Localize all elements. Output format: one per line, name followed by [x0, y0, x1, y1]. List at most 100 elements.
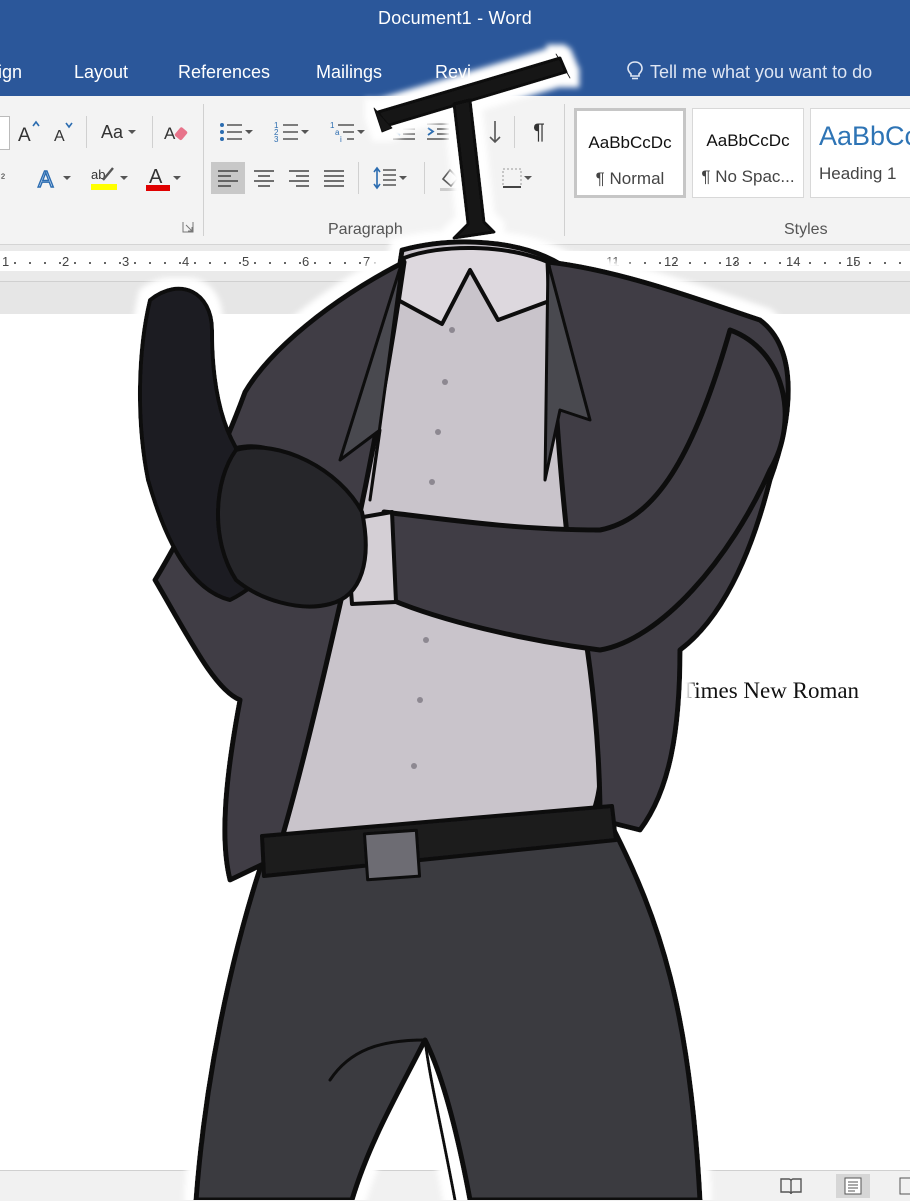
document-page[interactable]	[0, 314, 910, 1170]
ruler-tick	[359, 262, 361, 264]
ruler-tick	[134, 262, 136, 264]
chevron-down-icon	[173, 176, 181, 180]
read-mode-button[interactable]	[774, 1174, 808, 1198]
borders-icon	[502, 168, 522, 188]
change-case-button[interactable]: Aa	[96, 116, 142, 148]
font-size-box[interactable]	[0, 116, 10, 150]
style-no-spacing-sample: AaBbCcDc	[706, 131, 790, 150]
grow-font-button[interactable]: A	[16, 116, 42, 148]
tab-review[interactable]: Revi	[435, 62, 471, 83]
line-spacing-button[interactable]	[366, 162, 414, 194]
print-layout-button[interactable]	[836, 1174, 870, 1198]
ruler-tick	[329, 262, 331, 264]
ruler-tick	[719, 262, 721, 264]
ruler-tick	[704, 262, 706, 264]
chevron-down-icon	[120, 176, 128, 180]
sort-button[interactable]	[476, 116, 508, 148]
svg-text:i: i	[340, 135, 342, 144]
ruler-tick	[314, 262, 316, 264]
highlight-color-button[interactable]: ab	[84, 162, 134, 194]
ruler-tick	[179, 262, 181, 264]
font-color-icon: A	[146, 166, 170, 191]
style-heading-1-name: Heading 1	[819, 164, 897, 183]
paragraph-group-label: Paragraph	[328, 221, 403, 238]
font-color-button[interactable]: A	[138, 162, 188, 194]
ribbon-home: A A Aa A ² A ab A 123 1ai ¶ Paragraph Aa…	[0, 96, 910, 245]
style-no-spacing[interactable]: AaBbCcDc ¶ No Spac...	[692, 108, 804, 198]
text-effects-button[interactable]: A	[32, 162, 76, 194]
ruler-tick	[74, 262, 76, 264]
multilevel-list-button[interactable]: 1ai	[324, 116, 372, 148]
lightbulb-icon	[627, 61, 643, 80]
ruler-tick	[779, 262, 781, 264]
web-layout-icon	[899, 1177, 910, 1195]
ruler-number: 7	[363, 254, 371, 269]
shrink-font-icon: A	[54, 122, 73, 144]
align-center-button[interactable]	[248, 162, 280, 194]
tell-me-search[interactable]: Tell me what you want to do	[626, 60, 872, 83]
ruler-tick	[89, 262, 91, 264]
chevron-down-icon	[524, 176, 532, 180]
page-gap	[0, 282, 910, 314]
style-normal[interactable]: AaBbCcDc ¶ Normal	[574, 108, 686, 198]
bullets-button[interactable]	[212, 116, 260, 148]
align-left-button[interactable]	[211, 162, 245, 194]
ruler-tick	[839, 262, 841, 264]
chevron-down-icon	[63, 176, 71, 180]
ruler-tick	[344, 262, 346, 264]
tab-mailings[interactable]: Mailings	[316, 62, 382, 83]
ruler-tick	[869, 262, 871, 264]
ruler-tick	[29, 262, 31, 264]
chevron-down-icon	[357, 130, 365, 134]
ruler-tick	[209, 262, 211, 264]
decrease-indent-button[interactable]	[388, 116, 420, 148]
style-normal-sample: AaBbCcDc	[588, 133, 672, 152]
ruler-number: 2	[62, 254, 70, 269]
superscript-button[interactable]: ²	[0, 162, 8, 194]
increase-indent-button[interactable]	[422, 116, 454, 148]
ruler-tick	[299, 262, 301, 264]
ruler-tick	[614, 262, 616, 264]
chevron-down-icon	[399, 176, 407, 180]
tab-layout[interactable]: Layout	[74, 62, 128, 83]
numbering-button[interactable]: 123	[268, 116, 316, 148]
clear-formatting-button[interactable]: A	[162, 116, 192, 148]
style-heading-1[interactable]: AaBbCc Heading 1	[810, 108, 910, 198]
tab-design[interactable]: ign	[0, 62, 22, 83]
borders-button[interactable]	[494, 162, 540, 194]
svg-text:A: A	[18, 125, 31, 144]
ruler-tick	[734, 262, 736, 264]
show-formatting-marks-button[interactable]: ¶	[524, 116, 554, 148]
ruler-tick	[254, 262, 256, 264]
horizontal-ruler[interactable]: 1 2 3 4 5 6 7 11 12 13 14 15	[0, 245, 910, 282]
svg-text:A: A	[54, 128, 65, 144]
ruler-tick	[164, 262, 166, 264]
grow-font-icon: A	[18, 120, 40, 144]
styles-group-label: Styles	[784, 221, 828, 238]
multilevel-list-icon: 1ai	[330, 121, 354, 144]
tab-references[interactable]: References	[178, 62, 270, 83]
tab-view[interactable]: ew	[548, 62, 571, 83]
ruler-tick	[194, 262, 196, 264]
ruler-tick	[764, 262, 766, 264]
font-dialog-launcher[interactable]	[182, 220, 194, 234]
style-normal-name: ¶ Normal	[595, 169, 665, 188]
eraser-icon: A	[164, 124, 188, 143]
ribbon-tabs: ign Layout References Mailings Revi ew T…	[0, 38, 910, 96]
ruler-tick	[269, 262, 271, 264]
change-case-label: Aa	[100, 121, 124, 142]
align-right-button[interactable]	[283, 162, 315, 194]
ruler-number: 3	[122, 254, 130, 269]
ruler-tick	[884, 262, 886, 264]
ruler-number: 6	[302, 254, 310, 269]
ruler-number: 11	[606, 254, 620, 269]
ruler-tick	[689, 262, 691, 264]
shrink-font-button[interactable]: A	[50, 116, 76, 148]
web-layout-button[interactable]	[896, 1174, 910, 1198]
tell-me-text: Tell me what you want to do	[650, 62, 873, 82]
shading-button[interactable]	[434, 162, 468, 194]
title-bar: Document1 - Word	[0, 0, 910, 38]
ruler-tick	[14, 262, 16, 264]
justify-button[interactable]	[318, 162, 350, 194]
document-text[interactable]: Times New Roman	[681, 678, 859, 704]
